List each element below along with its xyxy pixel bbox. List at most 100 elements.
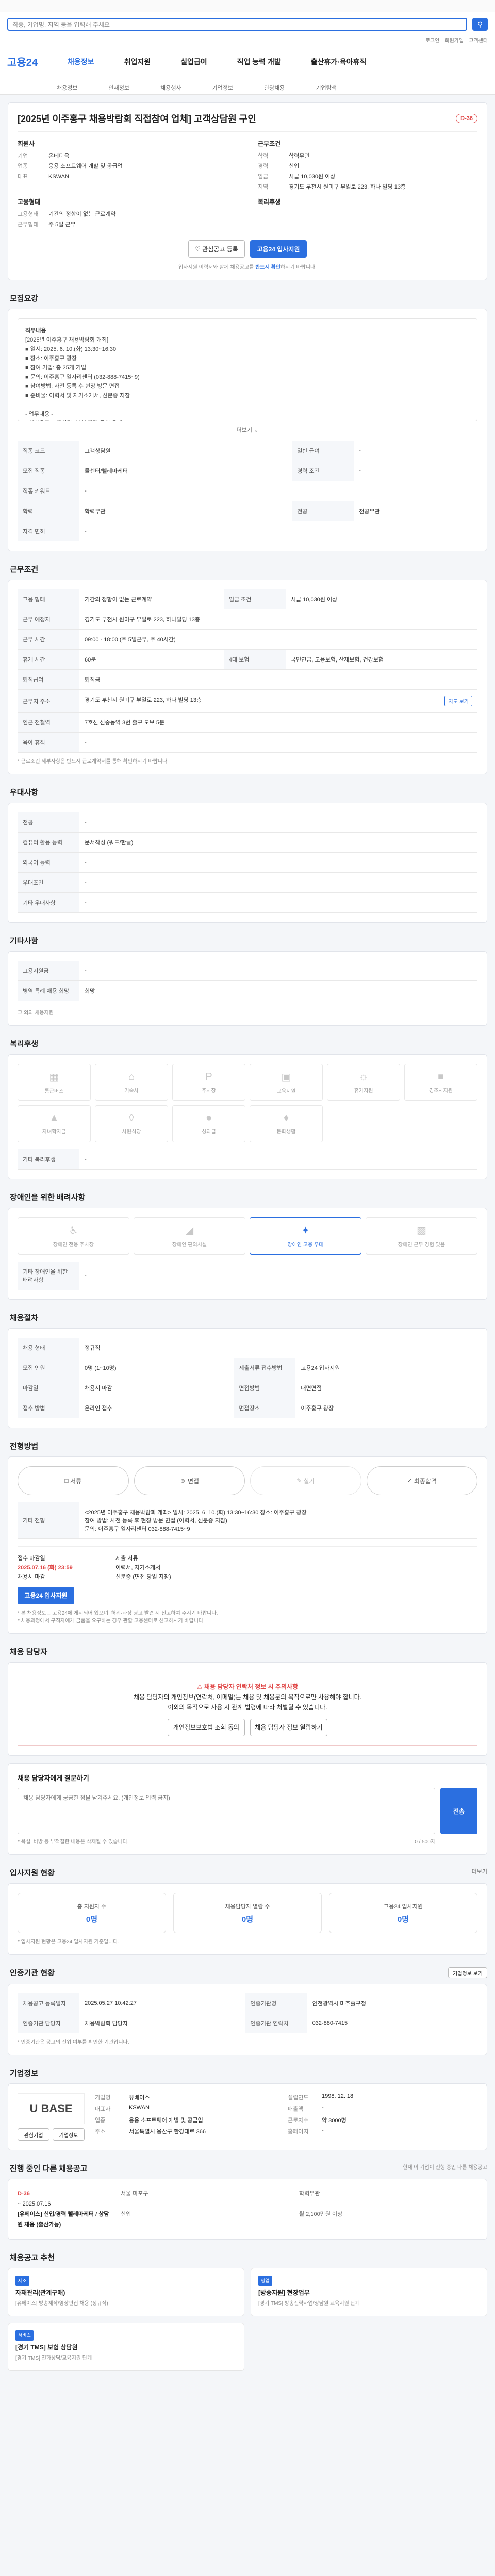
td: 이주홍구 광장 <box>295 1398 477 1418</box>
gnb-menu-support[interactable]: 취업지원 <box>124 57 151 67</box>
apply-button-2[interactable]: 고용24 입사지원 <box>18 1587 74 1604</box>
conditions-footnote: * 근로조건 세부사항은 반드시 근로계약서를 통해 확인하시기 바랍니다. <box>18 759 169 765</box>
related-item[interactable]: 제조 자재관리(관계구매) [유베이스] 방송제작/영상편집 채용 (정규직) <box>8 2268 244 2316</box>
global-nav: 고용24 채용정보 취업지원 실업급여 직업 능력 개발 출산휴가·육아휴직 <box>0 43 495 80</box>
gnb-menu-benefit[interactable]: 실업급여 <box>180 57 207 67</box>
subnav-company[interactable]: 기업정보 <box>212 83 233 92</box>
company-info: 기업명 유베이스 설립연도 1998. 12. 18 대표자 KSWAN 매출액 - 업종 응… <box>95 2093 477 2136</box>
td: 2025.05.27 10:42:27 <box>79 1993 245 2013</box>
value: KSWAN <box>48 174 69 180</box>
th: 기타 장애인을 위한 배려사항 <box>18 1262 79 1290</box>
step-document: □ 서류 <box>18 1466 129 1495</box>
disability-item: ◢ 장애인 편의시설 <box>134 1217 245 1255</box>
gnb-menu-jobs[interactable]: 채용정보 <box>68 57 94 67</box>
info-footnote: * 인증기관은 공고의 진위 여부를 확인한 기관입니다. <box>18 2040 129 2045</box>
td: 경기도 부천시 원미구 부일로 223, 하나빌딩 13층 <box>79 609 477 630</box>
gnb-menu-training[interactable]: 직업 능력 개발 <box>237 57 281 67</box>
th: 일반 급여 <box>292 441 354 461</box>
th: 자격 면허 <box>18 521 79 541</box>
label: 고용형태 <box>18 211 39 217</box>
support-link[interactable]: 고객센터 <box>469 36 488 44</box>
briefcase-icon: ▩ <box>417 1225 426 1236</box>
search-button[interactable]: ⚲ <box>472 18 488 31</box>
search-input[interactable]: 직종, 기업명, 지역 등을 입력해 주세요 <box>7 18 467 31</box>
privacy-consent-button[interactable]: 개인정보보호법 조회 동의 <box>168 1719 245 1736</box>
th: 마감일 <box>18 1378 79 1398</box>
question-textarea[interactable] <box>18 1788 435 1834</box>
job-description-body: [2025년 이주홍구 채용박람회 개최] ■ 일시: 2025. 6. 10.… <box>25 337 140 421</box>
utility-links: 로그인 회원가입 고객센터 <box>0 36 495 44</box>
welfare-label: 통근버스 <box>44 1089 64 1094</box>
gnb-menu-leave[interactable]: 출산휴가·육아휴직 <box>311 57 367 67</box>
th: 기타 전형 <box>18 1502 79 1539</box>
td: 경기도 부천시 원미구 부일로 223, 하나 빌딩 13층 <box>85 697 202 703</box>
table-row: 인근 전철역 7호선 신중동역 3번 출구 도보 5분 <box>18 712 477 733</box>
subnav-events[interactable]: 채용행사 <box>160 83 181 92</box>
alert-line: 이외의 목적으로 사용 시 관계 법령에 따라 처벌될 수 있습니다. <box>168 1704 327 1711</box>
job-description: 직무내용 [2025년 이주홍구 채용박람회 개최] ■ 일시: 2025. 6… <box>18 318 477 421</box>
td: 채용박람회 담당자 <box>79 2013 245 2033</box>
related-label: 제조 <box>15 2276 29 2286</box>
td: <2025년 이주홍구 채용박람회 개최> 일시: 2025. 6. 10.(화… <box>79 1502 477 1539</box>
map-button[interactable]: 지도 보기 <box>444 696 472 706</box>
login-link[interactable]: 로그인 <box>425 36 440 44</box>
screening-steps: □ 서류 ☺ 면접 ✎ 실기 ✓ 최종합격 <box>18 1466 477 1495</box>
follow-company-button[interactable]: 관심기업 <box>18 2128 50 2141</box>
company-heading: 회원사 <box>18 140 35 147</box>
td: 시급 10,030원 이상 <box>285 589 477 609</box>
wheelchair-icon: ♿ <box>69 1225 78 1236</box>
apply-button[interactable]: 고용24 입사지원 <box>250 240 307 258</box>
value: 서울특별시 용산구 한강대로 366 <box>129 2129 206 2135</box>
send-question-button[interactable]: 전송 <box>440 1788 477 1834</box>
related-item[interactable]: 서비스 [경기 TMS] 보험 상담원 [경기 TMS] 전화상담/교육지원 단계 <box>8 2323 244 2371</box>
step-label: 최종합격 <box>414 1477 437 1485</box>
view-contact-button[interactable]: 채용 담당자 정보 열람하기 <box>250 1719 327 1736</box>
label: 기업명 <box>95 2095 111 2101</box>
welfare-item: ▲ 자녀학자금 <box>18 1105 91 1142</box>
td: - <box>79 961 477 981</box>
welfare-title: 복리후생 <box>10 1040 39 1048</box>
related-item-meta: [경기 TMS] 전화상담/교육지원 단계 <box>15 2355 92 2361</box>
label: 근무형태 <box>18 222 39 228</box>
subnav-jobs[interactable]: 채용정보 <box>57 83 77 92</box>
subnav-talent[interactable]: 인재정보 <box>108 83 129 92</box>
td: - <box>79 1262 477 1290</box>
graduation-icon: ▲ <box>49 1112 59 1124</box>
etc-table: 고용지원금 - 병역 특례 채용 희망 희망 <box>18 961 477 1001</box>
th: 컴퓨터 활용 능력 <box>18 832 79 853</box>
td: 희망 <box>79 980 477 1001</box>
ramp-icon: ◢ <box>185 1225 194 1236</box>
stats-more-link[interactable]: 더보기 <box>472 1867 487 1878</box>
welfare-label: 문화생활 <box>276 1129 296 1135</box>
site-logo[interactable]: 고용24 <box>7 54 38 69</box>
company-detail-button[interactable]: 기업정보 <box>53 2128 85 2141</box>
stat-value: 0명 <box>397 1914 409 1924</box>
more-button[interactable]: 더보기 ⌄ <box>18 426 477 434</box>
main-content: [2025년 이주홍구 채용박람회 직접참여 업체] 고객상담원 구인 D-36… <box>8 102 487 2386</box>
apply-notice: 입사지원 이력서와 함께 채용공고를 반드시 확인하시기 바랍니다. <box>18 263 477 270</box>
notice-b: 반드시 확인 <box>255 265 280 270</box>
subnav-tourism[interactable]: 관광채용 <box>264 83 285 92</box>
td: 고용24 입사지원 <box>295 1358 477 1378</box>
label: 설립연도 <box>288 2095 309 2101</box>
type-heading: 고용형태 <box>18 198 41 206</box>
value: 응용 소프트웨어 개발 및 공급업 <box>48 163 123 170</box>
interest-button[interactable]: ♡ 관심공고 등록 <box>188 240 245 258</box>
related-item[interactable]: 영업 [방송지원] 현장업무 [경기 TMS] 방송전략사업/상담원 교육지원 단계 <box>251 2268 487 2316</box>
etc-note: 그 외의 채용지원 <box>18 1010 54 1016</box>
value: 약 3000명 <box>322 2117 346 2124</box>
th: 면접방법 <box>234 1378 296 1398</box>
related-item-title: [경기 TMS] 보험 상담원 <box>15 2344 78 2351</box>
td: - <box>79 872 477 893</box>
ongoing-card[interactable]: D-36 ~ 2025.07.16 [유베이스] 신입/경력 텔레마케터 / 상… <box>8 2179 487 2240</box>
subnav-explore[interactable]: 기업탐색 <box>316 83 336 92</box>
td: 09:00 - 18:00 (주 5일근무, 주 40시간) <box>79 629 477 650</box>
th: 퇴직급여 <box>18 669 79 690</box>
table-row: 병역 특례 채용 희망 희망 <box>18 980 477 1001</box>
search-row: 직종, 기업명, 지역 등을 입력해 주세요 ⚲ <box>0 12 495 36</box>
company-info-button[interactable]: 기업정보 보기 <box>448 1967 487 1978</box>
stat-value: 0명 <box>241 1914 254 1924</box>
etc-card: 고용지원금 - 병역 특례 채용 희망 희망 그 외의 채용지원 <box>8 951 487 1026</box>
welfare-item: ▦ 통근버스 <box>18 1064 91 1101</box>
signup-link[interactable]: 회원가입 <box>444 36 464 44</box>
